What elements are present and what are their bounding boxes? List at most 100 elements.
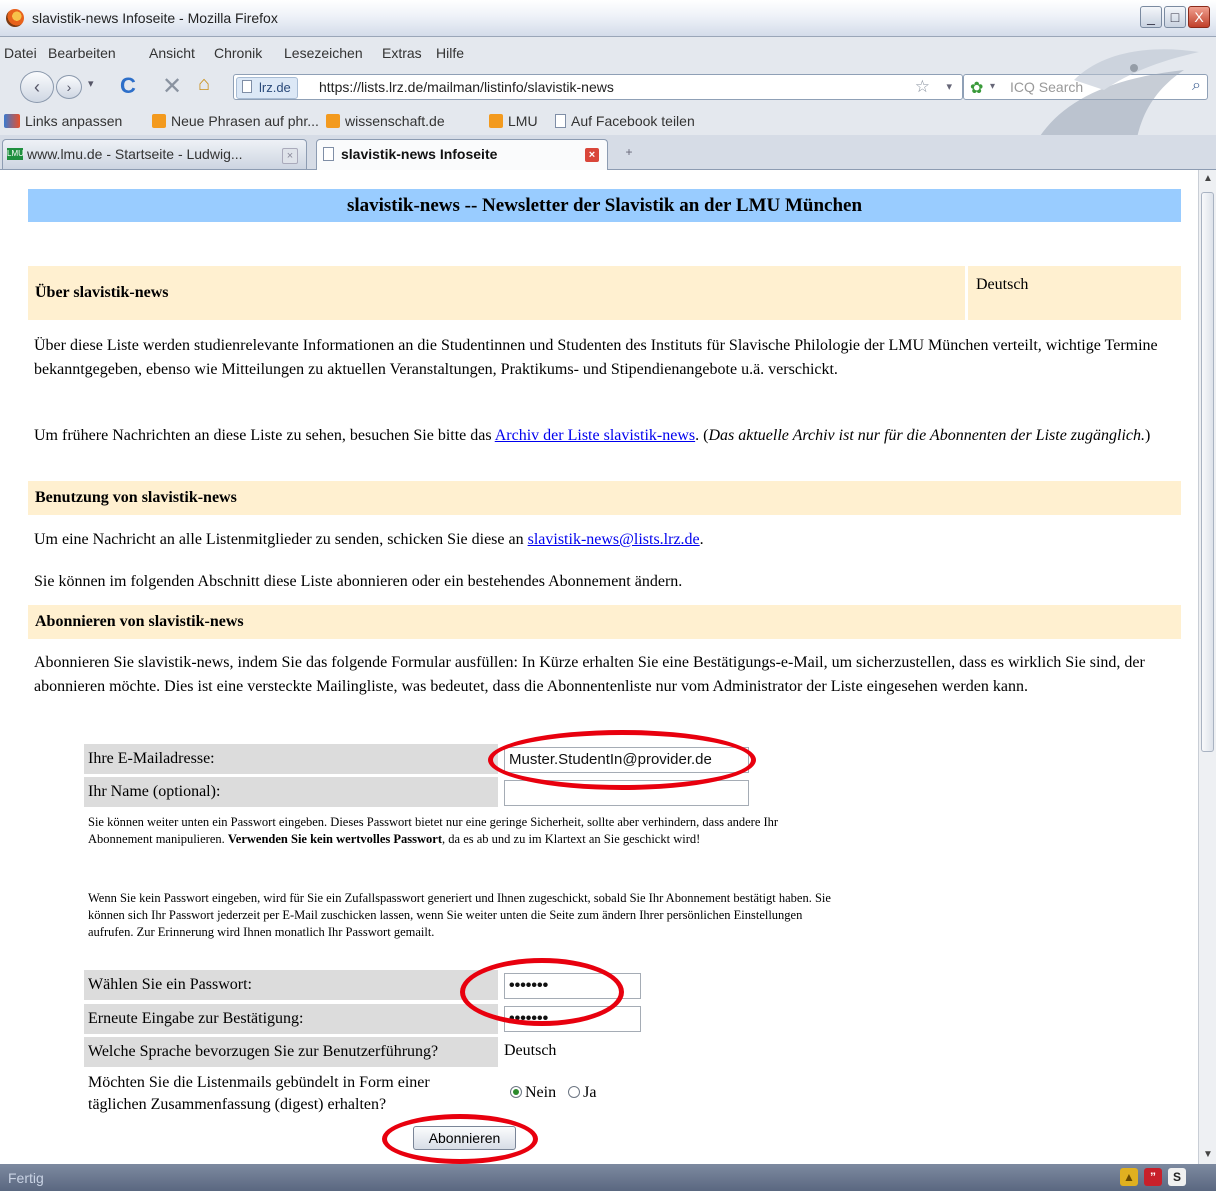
- digest-no-radio[interactable]: [510, 1086, 522, 1098]
- about-section-header: Über slavistik-news: [28, 266, 965, 320]
- password-note-1: Sie können weiter unten ein Passwort ein…: [88, 814, 838, 848]
- tab-lmu[interactable]: LMU www.lmu.de - Startseite - Ludwig... …: [2, 139, 307, 169]
- vertical-scrollbar[interactable]: ▲ ▼: [1198, 170, 1216, 1164]
- bookmark-facebook[interactable]: Auf Facebook teilen: [555, 113, 695, 129]
- digest-yes-label[interactable]: Ja: [583, 1084, 596, 1101]
- close-window-button[interactable]: X: [1188, 6, 1210, 28]
- tab-slavistik[interactable]: slavistik-news Infoseite ×: [316, 139, 608, 170]
- window-controls: _ □ X: [1140, 6, 1210, 28]
- menu-extras[interactable]: Extras: [382, 45, 422, 61]
- links-icon: [4, 114, 20, 128]
- window-titlebar: slavistik-news Infoseite - Mozilla Firef…: [0, 0, 1216, 37]
- bookmark-neue-phrasen[interactable]: Neue Phrasen auf phr...: [152, 113, 319, 129]
- status-bar: Fertig ▲ ” S: [0, 1164, 1216, 1191]
- menu-hilfe[interactable]: Hilfe: [436, 45, 464, 61]
- language-pref-label: Welche Sprache bevorzugen Sie zur Benutz…: [84, 1037, 498, 1067]
- firefox-icon: [6, 9, 24, 27]
- usage-text-post: .: [699, 531, 704, 548]
- scroll-down-arrow-icon[interactable]: ▼: [1201, 1148, 1215, 1162]
- archive-note: Das aktuelle Archiv ist nur für die Abon…: [708, 427, 1146, 444]
- password-confirm-label: Erneute Eingabe zur Bestätigung:: [84, 1004, 498, 1034]
- bookmark-label: Neue Phrasen auf phr...: [171, 113, 319, 129]
- bookmark-label: Auf Facebook teilen: [571, 113, 695, 129]
- forward-arrow-icon[interactable]: ›: [56, 75, 82, 99]
- rss-feed-icon: [326, 114, 340, 128]
- language-pref-value: Deutsch: [504, 1042, 557, 1059]
- status-text: Fertig: [8, 1170, 44, 1186]
- note-text-end: , da es ab und zu im Klartext an Sie ges…: [442, 832, 701, 846]
- about-heading: Über slavistik-news: [35, 284, 169, 301]
- tab-close-icon[interactable]: ×: [585, 148, 599, 162]
- icq-flower-icon[interactable]: ✿: [970, 78, 983, 98]
- usage-heading: Benutzung von slavistik-news: [35, 489, 237, 506]
- tab-label: www.lmu.de - Startseite - Ludwig...: [27, 146, 243, 162]
- page-icon: [555, 114, 566, 128]
- password-confirm-field[interactable]: •••••••: [504, 1006, 641, 1032]
- password-label: Wählen Sie ein Passwort:: [84, 970, 498, 1000]
- bookmark-label: wissenschaft.de: [345, 113, 445, 129]
- window-title: slavistik-news Infoseite - Mozilla Firef…: [32, 10, 278, 26]
- history-dropdown-icon[interactable]: ▾: [88, 77, 94, 90]
- digest-no-label[interactable]: Nein: [525, 1084, 556, 1101]
- password-field[interactable]: •••••••: [504, 973, 641, 999]
- subscribe-text: Abonnieren Sie slavistik-news, indem Sie…: [34, 654, 1145, 695]
- about-text: Über diese Liste werden studienrelevante…: [34, 337, 1158, 378]
- stop-icon[interactable]: ✕: [162, 72, 182, 101]
- url-text[interactable]: https://lists.lrz.de/mailman/listinfo/sl…: [319, 79, 614, 95]
- name-label: Ihr Name (optional):: [84, 777, 498, 807]
- bookmark-star-icon[interactable]: ☆: [915, 77, 930, 97]
- usage-text: Um eine Nachricht an alle Listenmitglied…: [34, 531, 528, 548]
- password-note-2: Wenn Sie kein Passwort eingeben, wird fü…: [88, 891, 831, 939]
- bookmark-links-anpassen[interactable]: Links anpassen: [4, 113, 122, 129]
- digest-yes-radio[interactable]: [568, 1086, 581, 1098]
- archive-link[interactable]: Archiv der Liste slavistik-news: [495, 427, 695, 444]
- bookmark-label: LMU: [508, 113, 538, 129]
- page-content: slavistik-news -- Newsletter der Slavist…: [12, 170, 1198, 1164]
- subscribe-button[interactable]: Abonnieren: [413, 1126, 516, 1150]
- lock-icon[interactable]: ▲: [1120, 1168, 1138, 1186]
- note-warning: Verwenden Sie kein wertvolles Passwort: [227, 832, 443, 846]
- subscribe-intro: Sie können im folgenden Abschnitt diese …: [34, 573, 683, 590]
- reload-icon[interactable]: C: [120, 73, 136, 99]
- archive-close-paren: ): [1145, 427, 1151, 444]
- name-field[interactable]: [504, 780, 749, 806]
- back-arrow-icon[interactable]: ‹: [20, 71, 54, 103]
- subscribe-section-header: Abonnieren von slavistik-news: [28, 605, 1181, 639]
- digest-options: Nein Ja: [510, 1084, 596, 1102]
- digest-label: Möchten Sie die Listenmails gebündelt in…: [88, 1074, 430, 1113]
- bookmark-lmu[interactable]: LMU: [489, 113, 538, 129]
- new-tab-button[interactable]: +: [618, 145, 640, 165]
- menu-chronik[interactable]: Chronik: [214, 45, 262, 61]
- bookmark-wissenschaft[interactable]: wissenschaft.de: [326, 113, 445, 129]
- archive-text: Um frühere Nachrichten an diese Liste zu…: [34, 427, 495, 444]
- maximize-button[interactable]: □: [1164, 6, 1186, 28]
- url-bar[interactable]: lrz.de https://lists.lrz.de/mailman/list…: [233, 74, 963, 100]
- s-addon-icon[interactable]: S: [1168, 1168, 1186, 1186]
- scrollbar-thumb[interactable]: [1201, 192, 1214, 752]
- list-email-link[interactable]: slavistik-news@lists.lrz.de: [528, 531, 700, 548]
- menu-datei[interactable]: Datei: [4, 45, 37, 61]
- tab-strip: LMU www.lmu.de - Startseite - Ludwig... …: [0, 135, 1216, 170]
- home-icon[interactable]: ⌂: [198, 73, 210, 96]
- minimize-button[interactable]: _: [1140, 6, 1162, 28]
- language-cell: Deutsch: [968, 266, 1181, 320]
- status-icons: ▲ ” S: [1120, 1168, 1186, 1186]
- bookmark-label: Links anpassen: [25, 113, 123, 129]
- page-icon: [242, 80, 252, 93]
- menu-lesezeichen[interactable]: Lesezeichen: [284, 45, 363, 61]
- menu-ansicht[interactable]: Ansicht: [149, 45, 195, 61]
- rss-feed-icon: [152, 114, 166, 128]
- usage-paragraph: Um eine Nachricht an alle Listenmitglied…: [34, 528, 1180, 552]
- usage-section-header: Benutzung von slavistik-news: [28, 481, 1181, 515]
- archive-text-post: . (: [695, 427, 709, 444]
- scroll-up-arrow-icon[interactable]: ▲: [1201, 172, 1215, 186]
- language-label: Deutsch: [976, 276, 1029, 293]
- quote-addon-icon[interactable]: ”: [1144, 1168, 1162, 1186]
- email-label: Ihre E-Mailadresse:: [84, 744, 498, 774]
- email-field[interactable]: Muster.StudentIn@provider.de: [504, 747, 749, 773]
- menu-bearbeiten[interactable]: Bearbeiten: [48, 45, 116, 61]
- url-dropdown-icon[interactable]: ▾: [946, 80, 952, 93]
- lmu-favicon: LMU: [7, 148, 24, 160]
- tab-close-icon[interactable]: ×: [282, 148, 298, 164]
- tab-label: slavistik-news Infoseite: [341, 146, 498, 162]
